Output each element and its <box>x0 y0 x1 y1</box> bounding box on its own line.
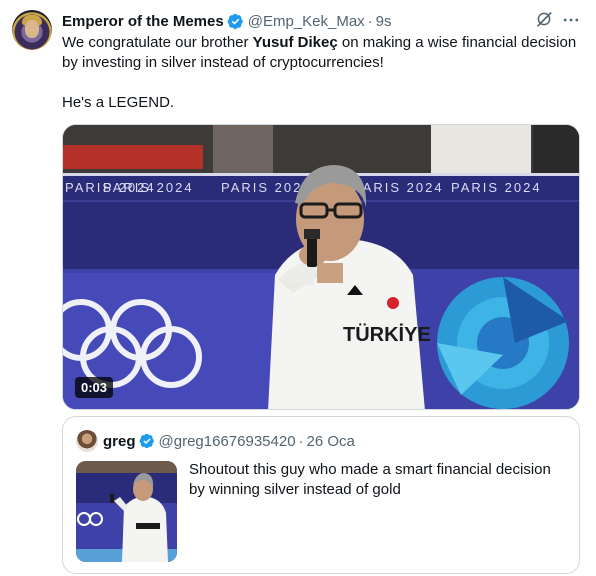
author-avatar[interactable] <box>12 10 52 50</box>
timestamp[interactable]: 9s <box>376 13 392 30</box>
verified-badge-icon <box>227 13 243 29</box>
more-dots-icon[interactable] <box>561 10 581 30</box>
video-player[interactable]: PARIS 2024 PARIS 2024 PARIS 2024 PARIS 2… <box>62 124 580 410</box>
quoted-author-handle[interactable]: @greg16676935420 <box>159 433 296 450</box>
banner-text: PARIS 2024 <box>451 180 542 195</box>
tweet-text-part: We congratulate our brother <box>62 34 253 51</box>
video-duration: 0:03 <box>75 377 114 398</box>
video-frame: PARIS 2024 PARIS 2024 PARIS 2024 PARIS 2… <box>63 125 579 409</box>
verified-badge-icon <box>139 433 154 449</box>
author-handle[interactable]: @Emp_Kek_Max <box>248 13 365 30</box>
separator-dot: · <box>367 12 373 30</box>
quoted-author-display-name[interactable]: greg <box>103 433 136 450</box>
quoted-tweet-header: greg @greg16676935420 · 26 Oca <box>103 430 355 452</box>
quoted-tweet-text: Shoutout this guy who made a smart finan… <box>189 461 551 498</box>
quoted-author-avatar[interactable] <box>76 430 98 452</box>
tweet-text: We congratulate our brother Yusuf Dikeç … <box>62 33 582 113</box>
author-display-name[interactable]: Emperor of the Memes <box>62 13 224 30</box>
tweet-header: Emperor of the Memes @Emp_Kek_Max · 9s <box>62 11 392 31</box>
thumbnail-image <box>76 461 177 562</box>
shirt-text: TÜRKİYE <box>343 323 431 346</box>
tweet-text-legend: He's a LEGEND. <box>62 94 175 111</box>
banner-text: PARIS 2024 <box>353 180 444 195</box>
quoted-date[interactable]: 26 Oca <box>307 433 355 450</box>
quoted-media-thumbnail[interactable] <box>76 461 177 562</box>
tweet-text-bold-name: Yusuf Dikeç <box>252 34 338 51</box>
banner-text: PARIS 2024 <box>103 180 194 195</box>
quoted-tweet[interactable]: greg @greg16676935420 · 26 Oca Shoutout … <box>62 416 580 574</box>
tweet[interactable]: Emperor of the Memes @Emp_Kek_Max · 9s W… <box>0 0 596 576</box>
grok-icon[interactable] <box>535 10 553 28</box>
separator-dot: · <box>298 432 304 450</box>
